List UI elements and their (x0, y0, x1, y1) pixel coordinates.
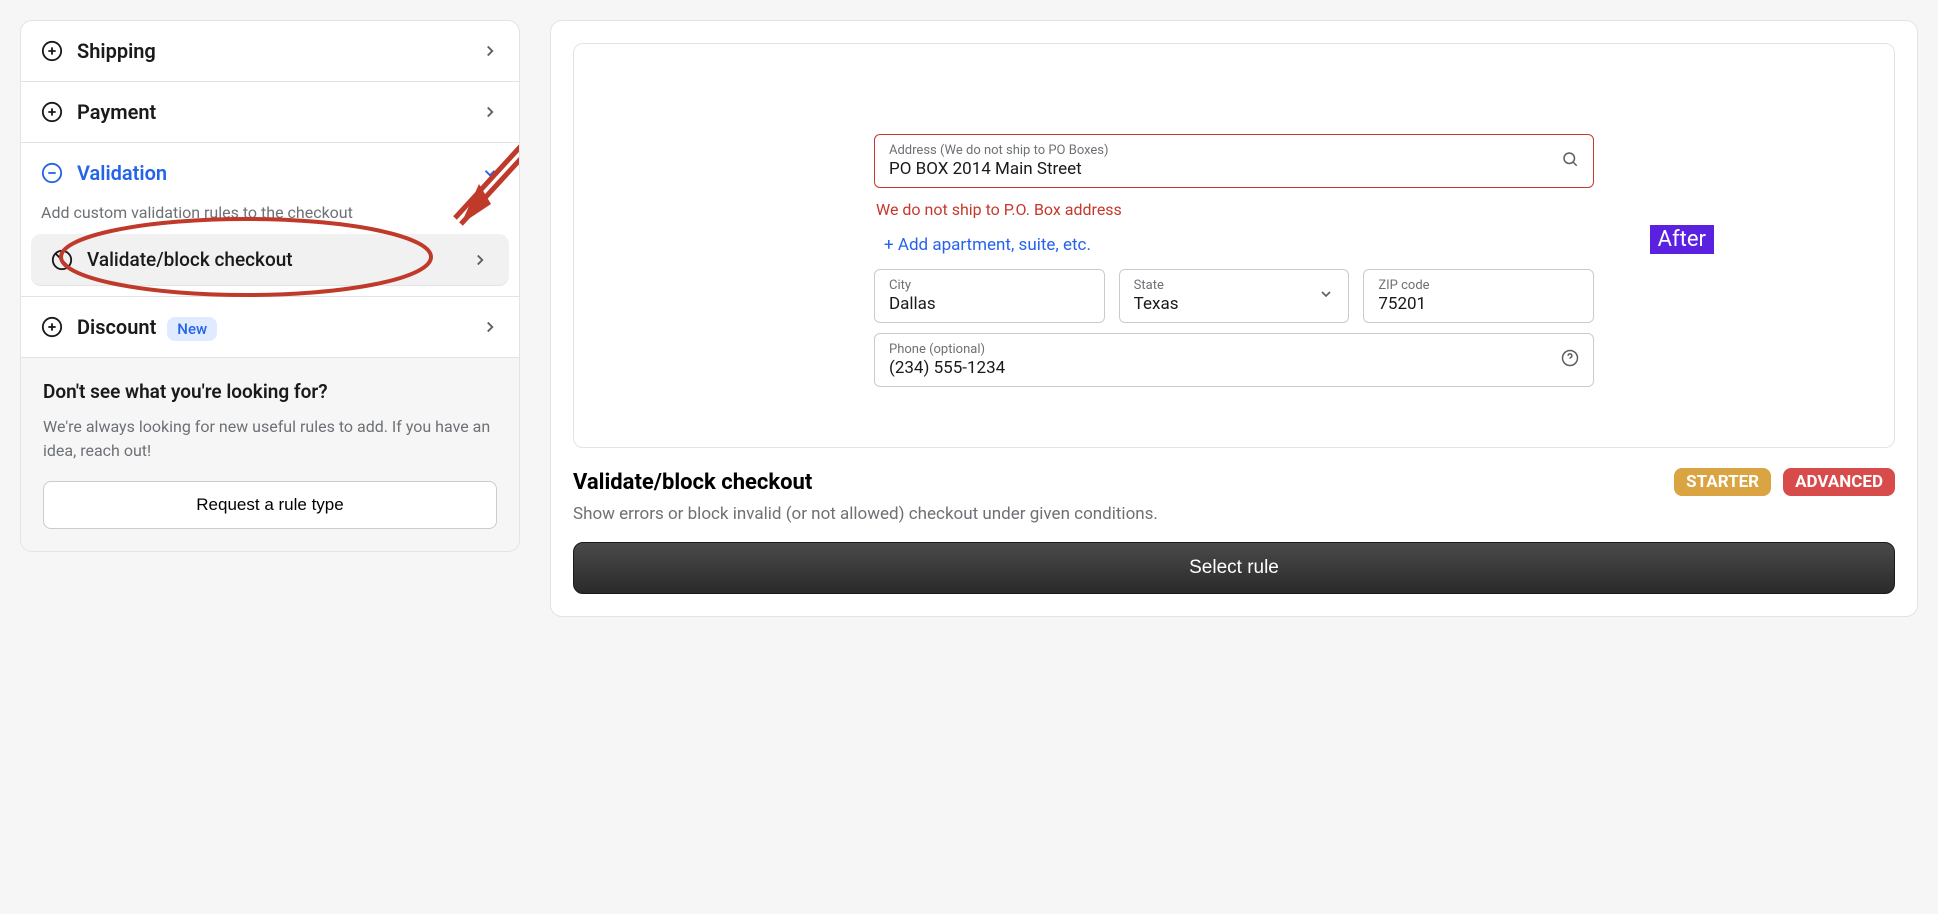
help-icon[interactable] (1561, 349, 1579, 371)
details: Validate/block checkout STARTER ADVANCED… (573, 468, 1895, 594)
chevron-right-icon (481, 42, 499, 60)
plus-circle-icon (41, 101, 63, 123)
after-badge: After (1650, 225, 1714, 254)
chevron-right-icon (471, 251, 489, 269)
section-label: Discount New (77, 315, 467, 339)
chevron-down-icon (1318, 286, 1334, 306)
field-label: Phone (optional) (889, 342, 1579, 357)
select-rule-button[interactable]: Select rule (573, 542, 1895, 594)
sidebar-footer: Don't see what you're looking for? We're… (21, 358, 519, 551)
sub-item-label: Validate/block checkout (87, 248, 457, 271)
checkout-form: Address (We do not ship to PO Boxes) PO … (874, 134, 1594, 387)
validation-desc: Add custom validation rules to the check… (21, 203, 519, 234)
chevron-right-icon (481, 318, 499, 336)
field-value: PO BOX 2014 Main Street (889, 159, 1579, 179)
search-icon[interactable] (1561, 150, 1579, 172)
ban-icon (51, 249, 73, 271)
field-label: Address (We do not ship to PO Boxes) (889, 143, 1579, 158)
zip-field[interactable]: ZIP code 75201 (1363, 269, 1594, 323)
section-validation[interactable]: Validation (21, 143, 519, 203)
address-field[interactable]: Address (We do not ship to PO Boxes) PO … (874, 134, 1594, 188)
plus-circle-icon (41, 40, 63, 62)
city-field[interactable]: City Dallas (874, 269, 1105, 323)
request-rule-button[interactable]: Request a rule type (43, 481, 497, 529)
field-label: ZIP code (1378, 278, 1579, 293)
section-label: Payment (77, 100, 467, 124)
section-label: Shipping (77, 39, 467, 63)
chevron-down-icon (481, 164, 499, 182)
main-panel: Address (We do not ship to PO Boxes) PO … (550, 20, 1918, 617)
field-label: City (889, 278, 1090, 293)
chevron-right-icon (481, 103, 499, 121)
sidebar: Shipping Payment Validation Add custom v… (20, 20, 520, 552)
sub-item-validate-block[interactable]: Validate/block checkout (31, 234, 509, 286)
details-desc: Show errors or block invalid (or not all… (573, 504, 1895, 524)
section-label-text: Discount (77, 315, 156, 339)
field-value: Dallas (889, 294, 1090, 314)
badge-new: New (167, 317, 217, 341)
tier-advanced: ADVANCED (1783, 468, 1895, 496)
field-value: Texas (1134, 294, 1335, 314)
error-message: We do not ship to P.O. Box address (874, 198, 1594, 219)
footer-desc: We're always looking for new useful rule… (43, 415, 497, 463)
footer-title: Don't see what you're looking for? (43, 380, 497, 403)
section-label: Validation (77, 161, 467, 185)
add-apartment-link[interactable]: + Add apartment, suite, etc. (874, 229, 1594, 259)
field-label: State (1134, 278, 1335, 293)
minus-circle-icon (41, 162, 63, 184)
state-field[interactable]: State Texas (1119, 269, 1350, 323)
plus-circle-icon (41, 316, 63, 338)
section-discount[interactable]: Discount New (21, 297, 519, 358)
section-shipping[interactable]: Shipping (21, 21, 519, 82)
preview-card: Address (We do not ship to PO Boxes) PO … (573, 43, 1895, 448)
phone-field[interactable]: Phone (optional) (234) 555-1234 (874, 333, 1594, 387)
field-value: 75201 (1378, 294, 1579, 314)
tier-starter: STARTER (1674, 468, 1771, 496)
field-value: (234) 555-1234 (889, 358, 1579, 378)
details-title: Validate/block checkout (573, 470, 1662, 495)
section-payment[interactable]: Payment (21, 82, 519, 143)
